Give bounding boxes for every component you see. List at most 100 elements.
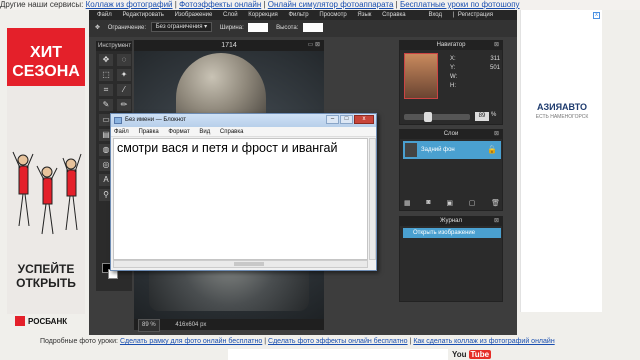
- maximize-button[interactable]: □: [340, 115, 353, 124]
- navigator-zoom-input[interactable]: 89: [475, 112, 489, 121]
- ad-headline-1: ХИТ: [30, 44, 62, 61]
- options-bar: ✥ Ограничение: Без ограничения ▾ Ширина:…: [89, 20, 517, 37]
- link-collage[interactable]: Коллаж из фотографий: [86, 0, 173, 9]
- notepad-window: Без имени — Блокнот – □ x Файл Правка Фо…: [110, 113, 377, 271]
- slider-thumb[interactable]: [424, 112, 432, 122]
- register-link[interactable]: Регистрация: [458, 12, 493, 18]
- link-camera-sim[interactable]: Онлайн симулятор фотоаппарата: [268, 0, 394, 9]
- notepad-text-area[interactable]: смотри вася и петя и фрост и ивангай: [113, 138, 368, 260]
- height-input[interactable]: [303, 22, 324, 32]
- tool-panel-title: Инструмент: [96, 41, 132, 51]
- menu-layer[interactable]: Слой: [223, 12, 238, 18]
- restriction-select[interactable]: Без ограничения ▾: [150, 22, 213, 33]
- link-effects[interactable]: Сделать фото эффекты онлайн бесплатно: [268, 338, 408, 345]
- menu-edit[interactable]: Редактировать: [122, 12, 163, 18]
- layer-mask-icon[interactable]: ◙: [426, 199, 430, 207]
- navigator-y: 501: [489, 65, 500, 71]
- crop-icon[interactable]: ⌗: [99, 84, 113, 96]
- youtube-logo[interactable]: You Tube: [450, 349, 492, 360]
- navigator-info: X: 311 Y: 501 W: H:: [450, 56, 500, 89]
- delete-layer-icon[interactable]: 🗑: [491, 199, 500, 207]
- layers-close-icon[interactable]: ⊠: [494, 130, 499, 139]
- ad-people-figures: [12, 151, 82, 235]
- layer-item[interactable]: Задний фон 🔒: [403, 141, 501, 159]
- lock-icon: 🔒: [487, 145, 497, 154]
- layers-title: Слои ⊠: [400, 130, 502, 139]
- notepad-icon: [114, 117, 122, 124]
- canvas-size: 416x604 px: [175, 322, 207, 328]
- eyedropper-icon[interactable]: ⁄: [117, 84, 131, 96]
- menu-file[interactable]: Файл: [97, 12, 112, 18]
- minimize-button[interactable]: –: [326, 115, 339, 124]
- np-menu-file[interactable]: Файл: [114, 129, 129, 135]
- navigator-thumbnail[interactable]: [404, 53, 438, 99]
- move-icon[interactable]: ✥: [99, 54, 113, 66]
- vertical-scrollbar[interactable]: [369, 138, 376, 260]
- link-photo-effects[interactable]: Фотоэффекты онлайн: [179, 0, 261, 9]
- np-menu-edit[interactable]: Правка: [138, 129, 158, 135]
- history-panel: Журнал ⊠ Открыть изображение: [399, 216, 503, 302]
- notepad-menubar: Файл Правка Формат Вид Справка: [111, 127, 376, 137]
- close-button[interactable]: x: [354, 115, 374, 124]
- bank-logo-icon: [15, 316, 25, 326]
- link-frame[interactable]: Сделать рамку для фото онлайн бесплатно: [120, 338, 262, 345]
- canvas-title: 1714 ▭ ⊠: [134, 40, 324, 51]
- restriction-label: Ограничение:: [107, 25, 147, 31]
- height-label: Высота:: [276, 25, 299, 31]
- ad-headline-2: СЕЗОНА: [12, 63, 80, 80]
- layer-style-icon[interactable]: ▣: [446, 199, 453, 207]
- menu-filter[interactable]: Фильтр: [288, 12, 308, 18]
- history-title: Журнал ⊠: [400, 217, 502, 226]
- wand-icon[interactable]: ✦: [117, 69, 131, 81]
- notepad-titlebar[interactable]: Без имени — Блокнот – □ x: [111, 114, 376, 127]
- services-bar: Другие наши сервисы: Коллаж из фотографи…: [0, 0, 640, 10]
- navigator-x: 311: [490, 56, 500, 62]
- menu-help[interactable]: Справка: [382, 12, 406, 18]
- navigator-close-icon[interactable]: ⊠: [494, 41, 499, 50]
- marquee-icon[interactable]: ⬚: [99, 69, 113, 81]
- right-advertisement[interactable]: x АЗИЯАВТО ЕСТЬ НАМЕНОГОРСК: [520, 10, 602, 312]
- navigator-panel: Навигатор ⊠ X: 311 Y: 501 W: H: 89 %: [399, 40, 503, 125]
- width-input[interactable]: [248, 22, 269, 32]
- pencil-icon[interactable]: ✏: [117, 99, 131, 111]
- width-label: Ширина:: [219, 25, 244, 31]
- history-item[interactable]: Открыть изображение: [403, 228, 501, 238]
- scroll-thumb[interactable]: [234, 262, 264, 266]
- np-menu-format[interactable]: Формат: [168, 129, 189, 135]
- layer-properties-icon[interactable]: ▦: [404, 199, 411, 207]
- np-menu-view[interactable]: Вид: [199, 129, 210, 135]
- layer-thumbnail: [405, 143, 417, 157]
- canvas-window-controls[interactable]: ▭ ⊠: [308, 40, 320, 51]
- lasso-icon[interactable]: ◌: [117, 54, 131, 66]
- services-prefix: Другие наши сервисы:: [0, 0, 84, 9]
- horizontal-scrollbar[interactable]: [113, 260, 368, 268]
- layers-panel: Слои ⊠ Задний фон 🔒 ▦ ◙ ▣ ▢ 🗑: [399, 129, 503, 211]
- ad-tagline: ЕСТЬ НАМЕНОГОРСК: [535, 114, 589, 120]
- ad-cta: УСПЕЙТЕ ОТКРЫТЬ: [16, 262, 76, 290]
- navigator-zoom-slider[interactable]: [404, 112, 470, 122]
- left-advertisement[interactable]: ХИТ СЕЗОНА УСПЕЙТЕ ОТКРЫТЬ РОСБАНК: [7, 28, 85, 326]
- ad-close-icon[interactable]: x: [593, 12, 600, 19]
- editor-menubar: Файл Редактировать Изображение Слой Корр…: [89, 10, 517, 20]
- brush-icon[interactable]: ✎: [99, 99, 113, 111]
- np-menu-help[interactable]: Справка: [220, 129, 244, 135]
- history-close-icon[interactable]: ⊠: [494, 217, 499, 226]
- move-tool-icon: ✥: [95, 25, 101, 31]
- menu-view[interactable]: Просмотр: [319, 12, 346, 18]
- ad-headline-block: ХИТ СЕЗОНА: [7, 28, 85, 86]
- ad-brand: АЗИЯАВТО: [536, 102, 587, 112]
- lessons-bar: Подробные фото уроки: Сделать рамку для …: [40, 338, 555, 345]
- login-link[interactable]: Вход: [428, 12, 442, 18]
- menu-language[interactable]: Язык: [357, 12, 371, 18]
- notepad-content: смотри вася и петя и фрост и ивангай: [117, 141, 338, 155]
- link-collage-lesson[interactable]: Как сделать коллаж из фотографий онлайн: [413, 338, 554, 345]
- navigator-title: Навигатор ⊠: [400, 41, 502, 50]
- link-lessons[interactable]: Бесплатные уроки по фотошопу: [400, 0, 520, 9]
- layer-buttons: ▦ ◙ ▣ ▢ 🗑: [404, 199, 500, 207]
- window-buttons: – □ x: [326, 115, 374, 124]
- canvas-statusbar: 89 % 416x604 px: [134, 319, 324, 332]
- menu-adjust[interactable]: Коррекция: [248, 12, 278, 18]
- menu-image[interactable]: Изображение: [175, 12, 213, 18]
- canvas-zoom[interactable]: 89 %: [138, 319, 160, 332]
- new-layer-icon[interactable]: ▢: [469, 199, 476, 207]
